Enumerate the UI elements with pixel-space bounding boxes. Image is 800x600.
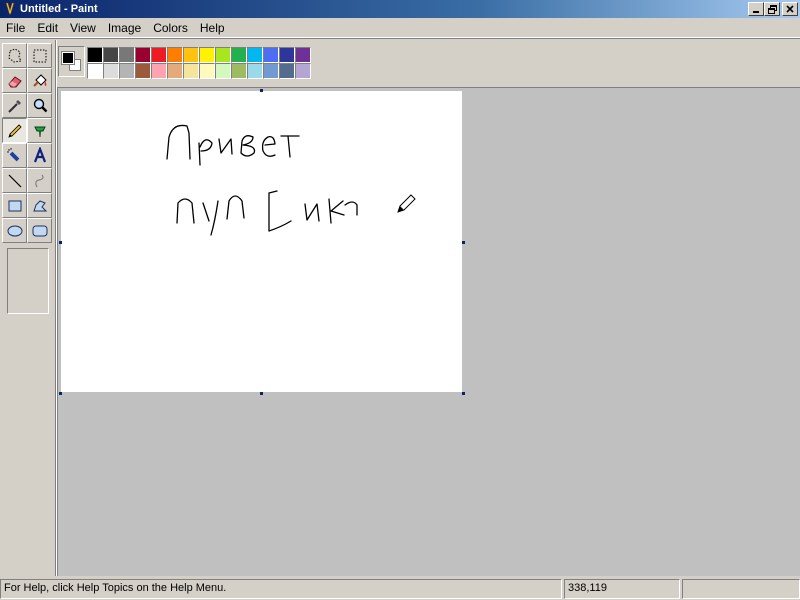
tool-brush[interactable] — [27, 118, 52, 143]
restore-icon — [767, 4, 777, 14]
tool-fill-with-color[interactable] — [27, 68, 52, 93]
tool-pick-color[interactable] — [2, 93, 27, 118]
menu-divider — [0, 38, 800, 39]
color-swatch[interactable] — [215, 47, 231, 63]
window-title: Untitled - Paint — [20, 3, 98, 15]
menu-help[interactable]: Help — [194, 21, 231, 35]
color-swatch[interactable] — [87, 63, 103, 79]
tool-eraser[interactable] — [2, 68, 27, 93]
free-form-select-icon — [7, 47, 22, 63]
tool-options-box[interactable] — [7, 248, 49, 314]
menu-file[interactable]: File — [0, 21, 31, 35]
curve-icon — [34, 174, 44, 187]
color-swatch[interactable] — [135, 47, 151, 63]
color-swatch[interactable] — [247, 63, 263, 79]
color-swatch[interactable] — [279, 63, 295, 79]
ellipse-icon — [7, 225, 22, 236]
menu-image[interactable]: Image — [102, 21, 147, 35]
resize-handle-left[interactable] — [59, 241, 62, 244]
color-swatch[interactable] — [199, 47, 215, 63]
tool-ellipse[interactable] — [2, 218, 27, 243]
menu-colors[interactable]: Colors — [147, 21, 194, 35]
minimize-icon — [753, 11, 759, 13]
restore-button[interactable] — [764, 2, 780, 16]
tool-curve[interactable] — [27, 168, 52, 193]
color-swatch[interactable] — [231, 63, 247, 79]
airbrush-icon — [6, 147, 19, 161]
foreground-color[interactable] — [61, 51, 75, 65]
color-swatch[interactable] — [183, 63, 199, 79]
color-swatch[interactable] — [151, 63, 167, 79]
resize-handle-bottom[interactable] — [260, 392, 263, 395]
tool-text[interactable] — [27, 143, 52, 168]
brush-icon — [33, 126, 46, 137]
tool-rounded-rectangle[interactable] — [27, 218, 52, 243]
pick-color-icon — [7, 99, 21, 113]
polygon-icon — [32, 199, 47, 211]
drawing-canvas[interactable] — [61, 91, 462, 392]
paint-app-icon — [5, 2, 15, 16]
color-swatch[interactable] — [167, 63, 183, 79]
tool-polygon[interactable] — [27, 193, 52, 218]
select-icon — [33, 49, 46, 62]
pencil-icon — [7, 123, 22, 138]
magnifier-icon — [33, 98, 47, 112]
tool-select[interactable] — [27, 43, 52, 68]
color-swatch[interactable] — [135, 63, 151, 79]
tool-airbrush[interactable] — [2, 143, 27, 168]
color-swatches — [87, 47, 311, 79]
status-help-text: For Help, click Help Topics on the Help … — [0, 579, 562, 599]
menu-bar: File Edit View Image Colors Help — [0, 18, 800, 38]
resize-handle-top[interactable] — [260, 89, 263, 92]
freehand-drawing — [166, 124, 416, 236]
color-swatch[interactable] — [263, 63, 279, 79]
rectangle-icon — [8, 200, 21, 211]
color-swatch[interactable] — [103, 63, 119, 79]
minimize-button[interactable] — [748, 2, 764, 16]
rounded-rectangle-icon — [32, 225, 47, 236]
color-swatch[interactable] — [295, 63, 311, 79]
tool-box — [0, 40, 56, 576]
status-size — [682, 579, 800, 599]
close-icon — [786, 5, 794, 13]
menu-edit[interactable]: Edit — [31, 21, 64, 35]
color-swatch[interactable] — [103, 47, 119, 63]
tool-rectangle[interactable] — [2, 193, 27, 218]
eraser-icon — [7, 75, 22, 87]
close-button[interactable] — [782, 2, 798, 16]
workspace — [57, 87, 800, 576]
status-coordinates: 338,119 — [564, 579, 680, 599]
status-bar: For Help, click Help Topics on the Help … — [0, 578, 800, 600]
pencil-cursor — [397, 194, 416, 213]
color-swatch[interactable] — [231, 47, 247, 63]
color-swatch[interactable] — [279, 47, 295, 63]
resize-handle-right[interactable] — [462, 241, 465, 244]
fill-with-color-icon — [32, 73, 47, 87]
color-swatch[interactable] — [87, 47, 103, 63]
color-swatch[interactable] — [119, 47, 135, 63]
title-bar: Untitled - Paint — [0, 0, 800, 18]
menu-view[interactable]: View — [64, 21, 102, 35]
color-swatch[interactable] — [263, 47, 279, 63]
color-swatch[interactable] — [295, 47, 311, 63]
tool-line[interactable] — [2, 168, 27, 193]
current-colors — [58, 46, 85, 77]
color-swatch[interactable] — [183, 47, 199, 63]
resize-handle-bottom-left[interactable] — [59, 392, 62, 395]
line-icon — [8, 174, 21, 187]
color-swatch[interactable] — [151, 47, 167, 63]
color-swatch[interactable] — [199, 63, 215, 79]
color-swatch[interactable] — [247, 47, 263, 63]
text-icon — [33, 146, 46, 162]
color-swatch[interactable] — [167, 47, 183, 63]
color-swatch[interactable] — [215, 63, 231, 79]
resize-handle-corner[interactable] — [462, 392, 465, 395]
tool-free-form-select[interactable] — [2, 43, 27, 68]
color-swatch[interactable] — [119, 63, 135, 79]
tool-pencil[interactable] — [2, 118, 27, 143]
tool-magnifier[interactable] — [27, 93, 52, 118]
